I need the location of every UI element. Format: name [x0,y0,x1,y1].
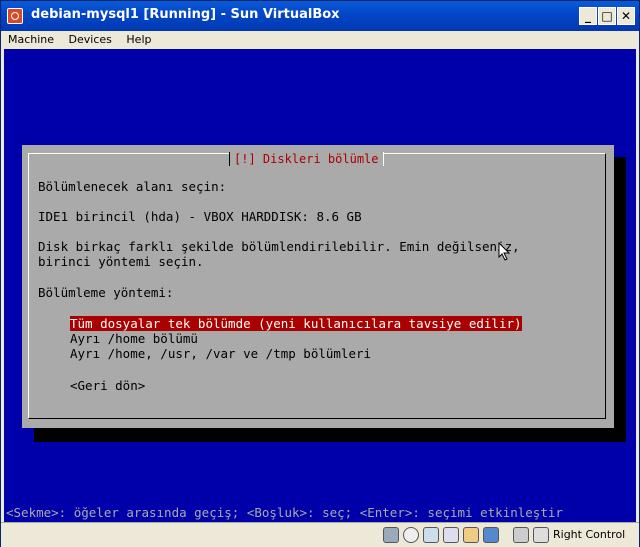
virtualbox-app-icon [7,8,23,24]
usb-icon[interactable] [443,527,459,543]
shared-folder-icon[interactable] [463,527,479,543]
window-title: debian-mysql1 [Running] - Sun VirtualBox [31,7,340,22]
menu-bar: Machine Devices Help [1,31,639,49]
prompt-text: Bölümlenecek alanı seçin: [38,179,227,194]
menu-machine[interactable]: Machine [4,31,58,46]
network-icon[interactable] [423,527,439,543]
menu-help[interactable]: Help [122,31,155,46]
mouse-capture-icon[interactable] [533,527,549,543]
vm-screen[interactable]: [!] Diskleri bölümle Bölümlenecek alanı … [4,49,636,522]
minimize-button[interactable]: _ [579,7,597,25]
dialog-title: [!] Diskleri bölümle [229,152,384,166]
status-bar: Right Control [1,522,639,547]
virtualization-icon [513,527,529,543]
option-single-partition[interactable]: Tüm dosyalar tek bölümde (yeni kullanıcı… [70,316,522,331]
maximize-button[interactable]: □ [598,7,616,25]
display-icon[interactable] [483,527,499,543]
partition-dialog: [!] Diskleri bölümle Bölümlenecek alanı … [22,145,614,428]
cd-icon[interactable] [403,527,419,543]
option-separate-all[interactable]: Ayrı /home, /usr, /var ve /tmp bölümleri [70,346,371,361]
info-line-1: Disk birkaç farklı şekilde bölümlendiril… [38,239,520,254]
hard-disk-icon[interactable] [383,527,399,543]
info-line-2: birinci yöntemi seçin. [38,254,204,269]
virtualbox-window: debian-mysql1 [Running] - Sun VirtualBox… [0,0,640,547]
title-bar[interactable]: debian-mysql1 [Running] - Sun VirtualBox… [1,1,639,31]
help-line: <Sekme>: öğeler arasında geçiş; <Boşluk>… [6,505,563,520]
method-label: Bölümleme yöntemi: [38,285,174,300]
mouse-pointer-icon [498,242,511,261]
option-separate-home[interactable]: Ayrı /home bölümü [70,331,198,346]
back-button[interactable]: <Geri dön> [70,378,145,393]
menu-devices[interactable]: Devices [65,31,116,46]
close-button[interactable]: ✕ [617,7,635,25]
disk-info: IDE1 birincil (hda) - VBOX HARDDISK: 8.6… [38,209,362,224]
host-key-label: Right Control [553,528,626,541]
